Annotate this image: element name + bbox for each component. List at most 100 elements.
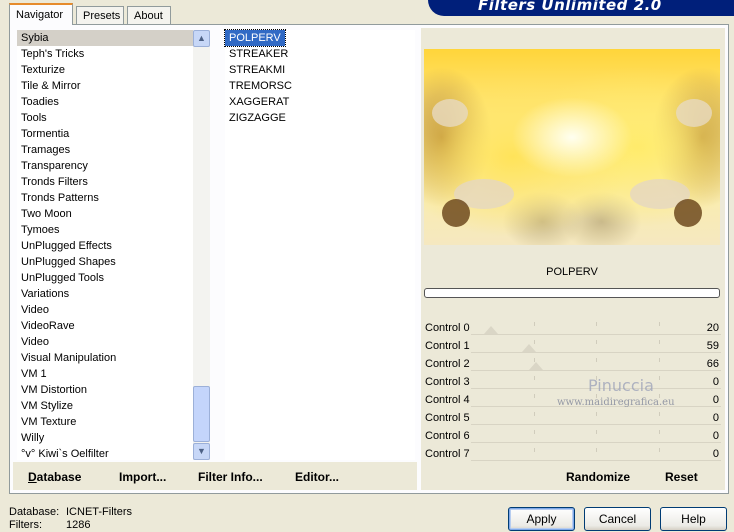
cancel-button[interactable]: Cancel (584, 507, 651, 531)
control-tick (596, 430, 597, 434)
category-item[interactable]: Two Moon (17, 206, 193, 222)
left-button-bar: Database Import... Filter Info... Editor… (13, 462, 417, 490)
control-value: 66 (706, 358, 719, 370)
category-item[interactable]: Sybia (17, 30, 193, 46)
scroll-thumb[interactable] (193, 386, 210, 442)
category-item[interactable]: VM Stylize (17, 398, 193, 414)
category-item[interactable]: Toadies (17, 94, 193, 110)
control-slider[interactable]: Control 3 0 (423, 374, 723, 392)
control-track[interactable] (471, 424, 721, 425)
control-label: Control 2 (425, 358, 470, 370)
filter-item[interactable]: TREMORSC (225, 78, 296, 94)
database-label-rest: atabase (36, 470, 82, 484)
category-item[interactable]: Texturize (17, 62, 193, 78)
control-tick (596, 322, 597, 326)
help-button[interactable]: Help (660, 507, 727, 531)
control-slider[interactable]: Control 5 0 (423, 410, 723, 428)
control-tick (658, 358, 660, 362)
category-scrollbar[interactable]: ▲ ▼ (193, 30, 210, 460)
editor-button[interactable]: Editor... (295, 470, 339, 484)
scroll-up-button[interactable]: ▲ (193, 30, 210, 47)
control-label: Control 1 (425, 340, 470, 352)
category-item[interactable]: Tile & Mirror (17, 78, 193, 94)
control-tick (533, 322, 535, 326)
category-item[interactable]: Teph's Tricks (17, 46, 193, 62)
filter-item[interactable]: STREAKER (225, 46, 292, 62)
import-button[interactable]: Import... (119, 470, 166, 484)
control-tick (658, 376, 660, 380)
progress-bar (424, 288, 720, 298)
control-track[interactable] (471, 334, 721, 335)
category-item[interactable]: Variations (17, 286, 193, 302)
control-track[interactable] (471, 370, 721, 371)
control-track[interactable] (471, 442, 721, 443)
category-item[interactable]: Tools (17, 110, 193, 126)
category-item[interactable]: Transparency (17, 158, 193, 174)
filter-item[interactable]: ZIGZAGGE (225, 110, 290, 126)
control-slider[interactable]: Control 2 66 (423, 356, 723, 374)
control-track[interactable] (471, 460, 721, 461)
status-filters-value: 1286 (66, 519, 91, 531)
control-tick (658, 430, 660, 434)
control-track[interactable] (471, 352, 721, 353)
category-item[interactable]: Visual Manipulation (17, 350, 193, 366)
reset-button[interactable]: Reset (665, 470, 698, 484)
control-tick (658, 322, 660, 326)
tab-navigator[interactable]: Navigator (9, 3, 73, 25)
apply-button[interactable]: Apply (508, 507, 575, 531)
category-item[interactable]: UnPlugged Effects (17, 238, 193, 254)
status-database-value: ICNET-Filters (66, 506, 132, 518)
control-tick (658, 340, 660, 344)
control-value: 0 (712, 448, 719, 460)
category-item[interactable]: °v° Kiwi`s Oelfilter (17, 446, 193, 460)
filter-info-button[interactable]: Filter Info... (198, 470, 263, 484)
category-item[interactable]: Tormentia (17, 126, 193, 142)
control-slider[interactable]: Control 0 20 (423, 320, 723, 338)
control-thumb[interactable] (483, 326, 498, 334)
control-label: Control 7 (425, 448, 470, 460)
control-value: 0 (712, 430, 719, 442)
category-item[interactable]: VM 1 (17, 366, 193, 382)
randomize-button[interactable]: Randomize (566, 470, 630, 484)
scroll-down-button[interactable]: ▼ (193, 443, 210, 460)
control-slider[interactable]: Control 6 0 (423, 428, 723, 446)
control-slider[interactable]: Control 1 59 (423, 338, 723, 356)
control-tick (658, 448, 660, 452)
control-tick (533, 376, 535, 380)
preview-caption: POLPERV (546, 266, 598, 278)
category-item[interactable]: VM Distortion (17, 382, 193, 398)
watermark-name: Pinuccia (588, 376, 654, 395)
category-item[interactable]: Video (17, 334, 193, 350)
status-filters-label: Filters: (9, 519, 42, 531)
category-item[interactable]: VideoRave (17, 318, 193, 334)
category-item[interactable]: Tronds Filters (17, 174, 193, 190)
tab-presets[interactable]: Presets (76, 6, 124, 24)
control-value: 20 (706, 322, 719, 334)
category-item[interactable]: Tramages (17, 142, 193, 158)
category-item[interactable]: Tronds Patterns (17, 190, 193, 206)
control-tick (533, 394, 535, 398)
controls-panel: Control 0 20 Control 1 59 Control 2 66 Control… (423, 320, 723, 462)
category-item[interactable]: Video (17, 302, 193, 318)
category-item[interactable]: UnPlugged Tools (17, 270, 193, 286)
filter-item[interactable]: STREAKMI (225, 62, 289, 78)
filter-list[interactable]: POLPERV STREAKER STREAKMI TREMORSC XAGGERAT Z… (224, 29, 415, 460)
category-item[interactable]: VM Texture (17, 414, 193, 430)
control-label: Control 4 (425, 394, 470, 406)
category-item[interactable]: UnPlugged Shapes (17, 254, 193, 270)
control-thumb[interactable] (528, 362, 543, 370)
control-tick (658, 412, 660, 416)
tab-about[interactable]: About (127, 6, 171, 24)
filter-item[interactable]: POLPERV (224, 29, 286, 47)
banner: Filters Unlimited 2.0 (428, 0, 734, 16)
category-item[interactable]: Tymoes (17, 222, 193, 238)
database-button[interactable]: Database (28, 470, 81, 484)
category-item[interactable]: Willy (17, 430, 193, 446)
filter-item[interactable]: XAGGERAT (225, 94, 293, 110)
control-label: Control 5 (425, 412, 470, 424)
control-value: 0 (712, 394, 719, 406)
control-value: 0 (712, 376, 719, 388)
control-thumb[interactable] (521, 344, 536, 352)
category-list[interactable]: Sybia Teph's Tricks Texturize Tile & Mirror… (17, 30, 193, 460)
control-tick (596, 340, 597, 344)
